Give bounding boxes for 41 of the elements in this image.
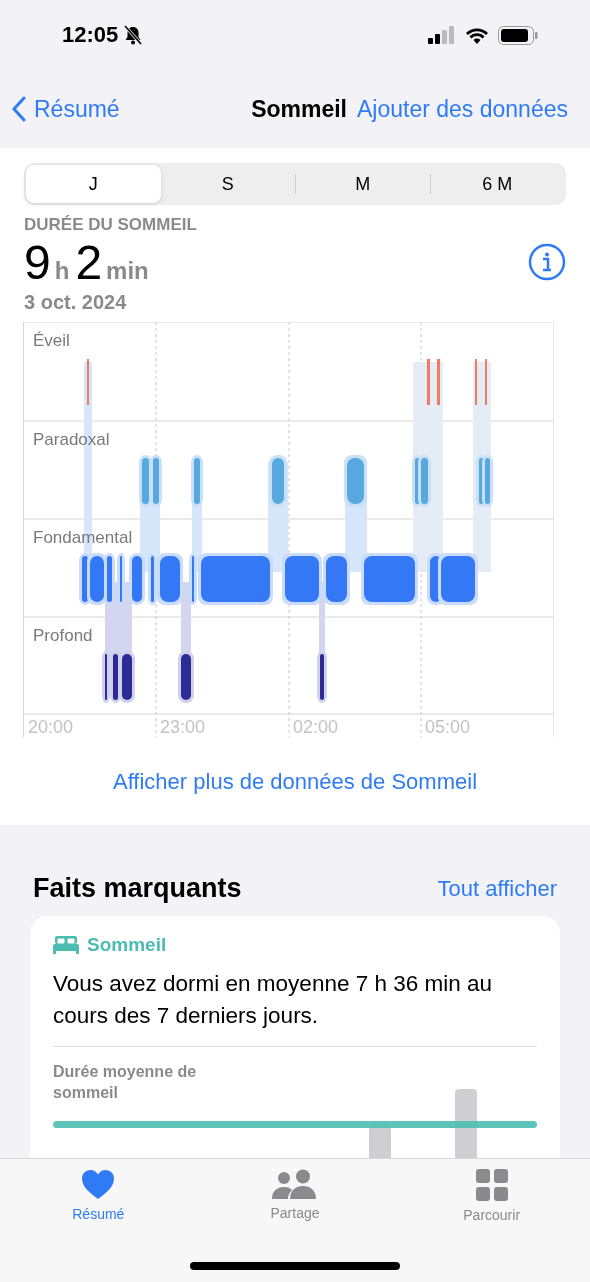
- chevron-left-icon: [12, 96, 26, 122]
- stage-label: Éveil: [33, 331, 70, 350]
- more-data-link[interactable]: Afficher plus de données de Sommeil: [0, 769, 590, 795]
- time-label: 05:00: [425, 717, 471, 737]
- info-icon[interactable]: [528, 243, 566, 281]
- hours-unit: h: [54, 257, 70, 285]
- tab-bar-item[interactable]: Partage: [270, 1169, 320, 1221]
- period-tab[interactable]: 6 M: [429, 174, 564, 194]
- stage-label: Profond: [33, 626, 93, 645]
- grid-icon: [475, 1169, 508, 1201]
- signal-icon: [428, 26, 456, 44]
- category-label: Sommeil: [87, 934, 167, 956]
- minutes-unit: min: [106, 257, 149, 285]
- time-label: 20:00: [28, 717, 74, 737]
- tab-bar-item[interactable]: Parcourir: [463, 1169, 521, 1223]
- see-all-link[interactable]: Tout afficher: [437, 875, 557, 902]
- wifi-icon: [465, 26, 489, 44]
- battery-icon: [498, 25, 538, 45]
- period-tab[interactable]: J: [26, 165, 161, 203]
- highlight-text: Vous avez dormi en moyenne 7 h 36 min au cours des 7 derniers jours.: [53, 970, 493, 1030]
- minutes-value: 2: [75, 239, 103, 287]
- heart-icon: [81, 1169, 116, 1200]
- stage-label: Paradoxal: [33, 430, 110, 449]
- stage-label: Fondamental: [33, 528, 133, 547]
- back-link[interactable]: Résumé: [12, 95, 120, 123]
- status-time: 12:05: [62, 22, 119, 48]
- hours-value: 9: [24, 239, 51, 287]
- time-label: 02:00: [293, 717, 339, 737]
- tab-bar-item[interactable]: Résumé: [72, 1169, 125, 1222]
- bed-icon: [53, 936, 79, 954]
- highlight-card[interactable]: Sommeil Vous avez dormi en moyenne 7 h 36 min au cours des 7 derniers jours. Durée moyenne de sommeil: [30, 916, 560, 1158]
- date-label: 3 oct. 2024: [24, 291, 128, 314]
- time-label: 23:00: [160, 717, 206, 737]
- metric-label: Durée moyenne de sommeil: [53, 1062, 198, 1103]
- section-title: Faits marquants: [33, 873, 242, 904]
- people-icon: [272, 1169, 318, 1199]
- period-tab[interactable]: M: [295, 174, 430, 194]
- period-tab[interactable]: S: [160, 165, 295, 203]
- section-heading: DURÉE DU SOMMEIL: [24, 215, 197, 235]
- add-data-link[interactable]: Ajouter des données: [357, 95, 568, 123]
- nav-title: Sommeil: [251, 95, 347, 123]
